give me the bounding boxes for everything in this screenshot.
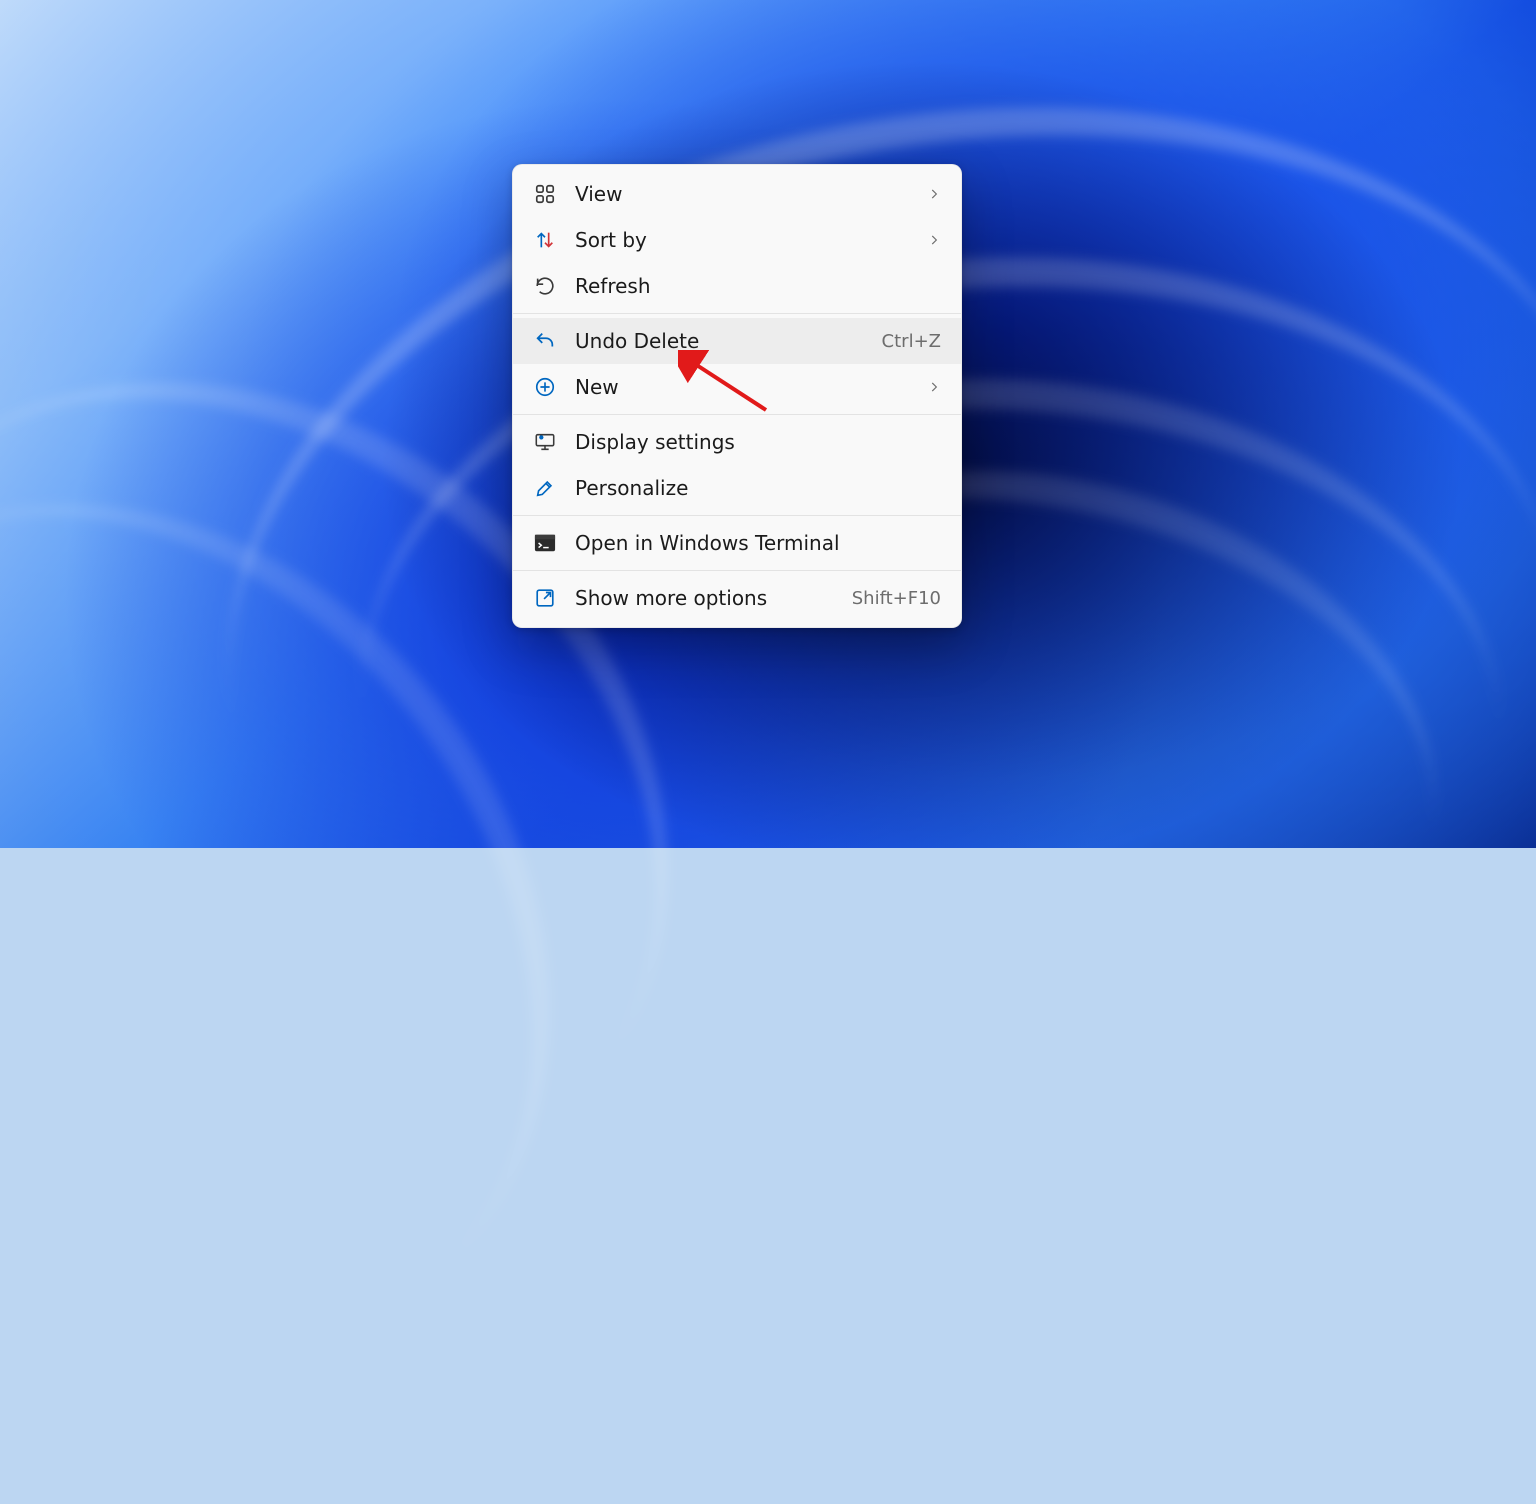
menu-item-sort-by[interactable]: Sort by: [513, 217, 961, 263]
terminal-icon: [533, 531, 557, 555]
menu-item-show-more-options[interactable]: Show more options Shift+F10: [513, 575, 961, 621]
refresh-icon: [533, 274, 557, 298]
menu-separator: [513, 313, 961, 314]
chevron-right-icon: [927, 380, 941, 394]
plus-circle-icon: [533, 375, 557, 399]
monitor-gear-icon: [533, 430, 557, 454]
menu-item-shortcut: Shift+F10: [852, 588, 941, 609]
menu-separator: [513, 515, 961, 516]
menu-item-label: Refresh: [575, 274, 941, 298]
grid-icon: [533, 182, 557, 206]
sort-arrows-icon: [533, 228, 557, 252]
chevron-right-icon: [927, 233, 941, 247]
menu-item-label: Personalize: [575, 476, 941, 500]
undo-icon: [533, 329, 557, 353]
menu-item-label: Undo Delete: [575, 329, 870, 353]
menu-item-open-terminal[interactable]: Open in Windows Terminal: [513, 520, 961, 566]
menu-item-label: Sort by: [575, 228, 915, 252]
menu-item-label: Display settings: [575, 430, 941, 454]
menu-item-label: Open in Windows Terminal: [575, 531, 941, 555]
menu-item-label: New: [575, 375, 915, 399]
menu-item-label: View: [575, 182, 915, 206]
expand-icon: [533, 586, 557, 610]
menu-item-display-settings[interactable]: Display settings: [513, 419, 961, 465]
menu-item-shortcut: Ctrl+Z: [882, 331, 941, 352]
menu-item-personalize[interactable]: Personalize: [513, 465, 961, 511]
menu-separator: [513, 414, 961, 415]
menu-item-new[interactable]: New: [513, 364, 961, 410]
desktop-context-menu: View Sort by Refresh: [512, 164, 962, 628]
menu-item-view[interactable]: View: [513, 171, 961, 217]
menu-item-label: Show more options: [575, 586, 840, 610]
menu-item-undo-delete[interactable]: Undo Delete Ctrl+Z: [513, 318, 961, 364]
chevron-right-icon: [927, 187, 941, 201]
menu-item-refresh[interactable]: Refresh: [513, 263, 961, 309]
menu-separator: [513, 570, 961, 571]
brush-icon: [533, 476, 557, 500]
